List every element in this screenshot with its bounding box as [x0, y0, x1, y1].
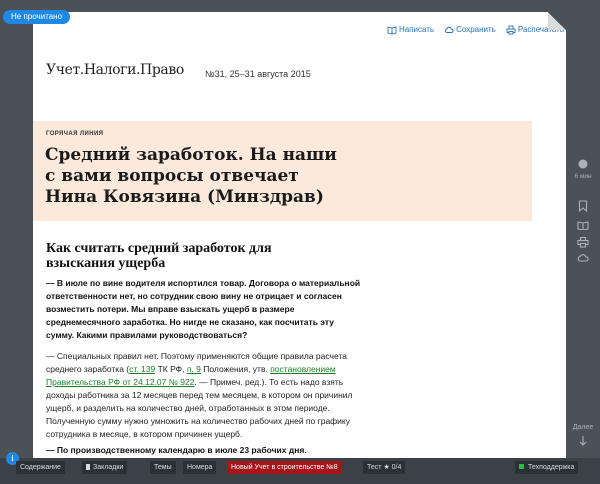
- contents-button[interactable]: Содержание: [16, 461, 65, 474]
- question-line: ответственности нет, но сотрудник свою в…: [46, 291, 342, 301]
- bookmark-icon: [86, 464, 90, 470]
- read-status-badge[interactable]: Не прочитано: [3, 10, 71, 24]
- answer-line: Полученную сумму нужно умножить на колич…: [46, 416, 350, 426]
- book-icon: [577, 221, 589, 230]
- answer-line: ущерб, и разделить на количество дней, о…: [46, 403, 330, 413]
- next-article-label[interactable]: Далее: [566, 424, 600, 431]
- online-status-icon: [519, 464, 524, 469]
- printer-icon: [577, 237, 589, 248]
- page-corner-fold: [548, 12, 566, 30]
- bookmarks-label: Закладки: [93, 464, 124, 471]
- rail-bookmark[interactable]: [566, 200, 600, 212]
- test-label: Тест: [367, 464, 382, 471]
- article-headline: Средний заработок. На наши с вами вопрос…: [45, 145, 445, 208]
- title-block: ГОРЯЧАЯ ЛИНИЯ Средний заработок. На наши…: [33, 121, 532, 221]
- answer-line: сотрудника в месяце, в котором причинен …: [46, 429, 243, 439]
- save-label: Сохранить: [456, 25, 496, 34]
- law-link-resolution-922[interactable]: Правительства РФ от 24.12.07 № 922: [46, 377, 194, 387]
- subhead-line: взыскания ущерба: [46, 256, 166, 271]
- top-bar: [0, 0, 600, 12]
- book-icon: [387, 26, 397, 35]
- rubric-label: ГОРЯЧАЯ ЛИНИЯ: [46, 131, 104, 137]
- question-line: сумму. Какими правилами руководствоватьс…: [46, 330, 248, 340]
- issue-number[interactable]: №31, 25–31 августа 2015: [205, 69, 311, 79]
- answer-line: среднего заработка (ст. 139 ТК РФ, п. 9 …: [46, 363, 401, 376]
- answer-line: доходы работника за 12 месяцев перед тем…: [46, 390, 353, 400]
- answer-line: — Специальных правил нет. Поэтому примен…: [46, 351, 347, 361]
- bookmark-icon: [578, 200, 588, 212]
- next-article-button[interactable]: [566, 436, 600, 446]
- law-link-p9[interactable]: п. 9: [187, 364, 201, 374]
- issues-button[interactable]: Номера: [183, 461, 217, 474]
- section-heading: Как считать средний заработок для взыска…: [46, 241, 386, 271]
- rail-print[interactable]: [566, 237, 600, 248]
- reading-time: 6 мин: [574, 173, 592, 180]
- question-text-2: — По производственному календарю в июле …: [46, 444, 391, 457]
- question-text: — В июле по вине водителя испортился тов…: [46, 277, 391, 342]
- answer-line: Правительства РФ от 24.12.07 № 922. — Пр…: [46, 376, 401, 389]
- rail-write[interactable]: [566, 220, 600, 230]
- test-score: ★ 0/4: [383, 464, 402, 471]
- write-button[interactable]: Написать: [387, 25, 434, 35]
- article-page: Написать Сохранить Распечатать Учет.Нало…: [33, 12, 566, 458]
- promo-issue-button[interactable]: Новый Учет в строительстве №8: [227, 461, 342, 474]
- support-button[interactable]: Техподдержка: [515, 461, 579, 474]
- answer-fragment: ТК РФ,: [155, 364, 187, 374]
- clock-icon: [578, 159, 588, 169]
- write-label: Написать: [398, 25, 435, 34]
- save-button[interactable]: Сохранить: [444, 25, 496, 35]
- bottom-navigation: i Содержание Закладки Темы Номера Новый …: [0, 452, 600, 477]
- bookmarks-button[interactable]: Закладки: [82, 461, 128, 474]
- answer-fragment: Положения, утв.: [200, 364, 271, 374]
- rail-save[interactable]: [566, 253, 600, 262]
- question-line: среднемесячного заработка. Но нигде не с…: [46, 317, 334, 327]
- law-link-resolution[interactable]: постановлением: [270, 364, 336, 374]
- law-link-art139[interactable]: ст. 139: [129, 364, 155, 374]
- arrow-down-icon: [579, 436, 587, 446]
- support-label: Техподдержка: [528, 464, 575, 471]
- headline-line: Нина Ковязина (Минздрав): [45, 187, 324, 207]
- subhead-line: Как считать средний заработок для: [46, 241, 272, 256]
- cloud-icon: [445, 26, 454, 33]
- reading-time-indicator: [566, 159, 600, 169]
- question-line: возместить потери. Мы вправе взыскать ущ…: [46, 304, 295, 314]
- left-margin: [0, 0, 33, 484]
- headline-line: Средний заработок. На наши: [45, 145, 337, 165]
- answer-fragment: среднего заработка (: [46, 364, 130, 374]
- article-toolbar: Написать Сохранить Распечатать: [387, 25, 564, 35]
- question-line: — В июле по вине водителя испортился тов…: [46, 278, 361, 288]
- test-button[interactable]: Тест ★ 0/4: [363, 461, 406, 474]
- topics-button[interactable]: Темы: [150, 461, 176, 474]
- answer-fragment: . — Примеч. ред.). То есть надо взять: [194, 377, 344, 387]
- answer-text: — Специальных правил нет. Поэтому примен…: [46, 350, 401, 441]
- question-line: — По производственному календарю в июле …: [46, 445, 307, 455]
- headline-line: с вами вопросы отвечает: [45, 166, 299, 186]
- cloud-icon: [577, 254, 589, 262]
- printer-icon: [506, 25, 516, 35]
- magazine-logo: Учет.Налоги.Право: [46, 62, 184, 78]
